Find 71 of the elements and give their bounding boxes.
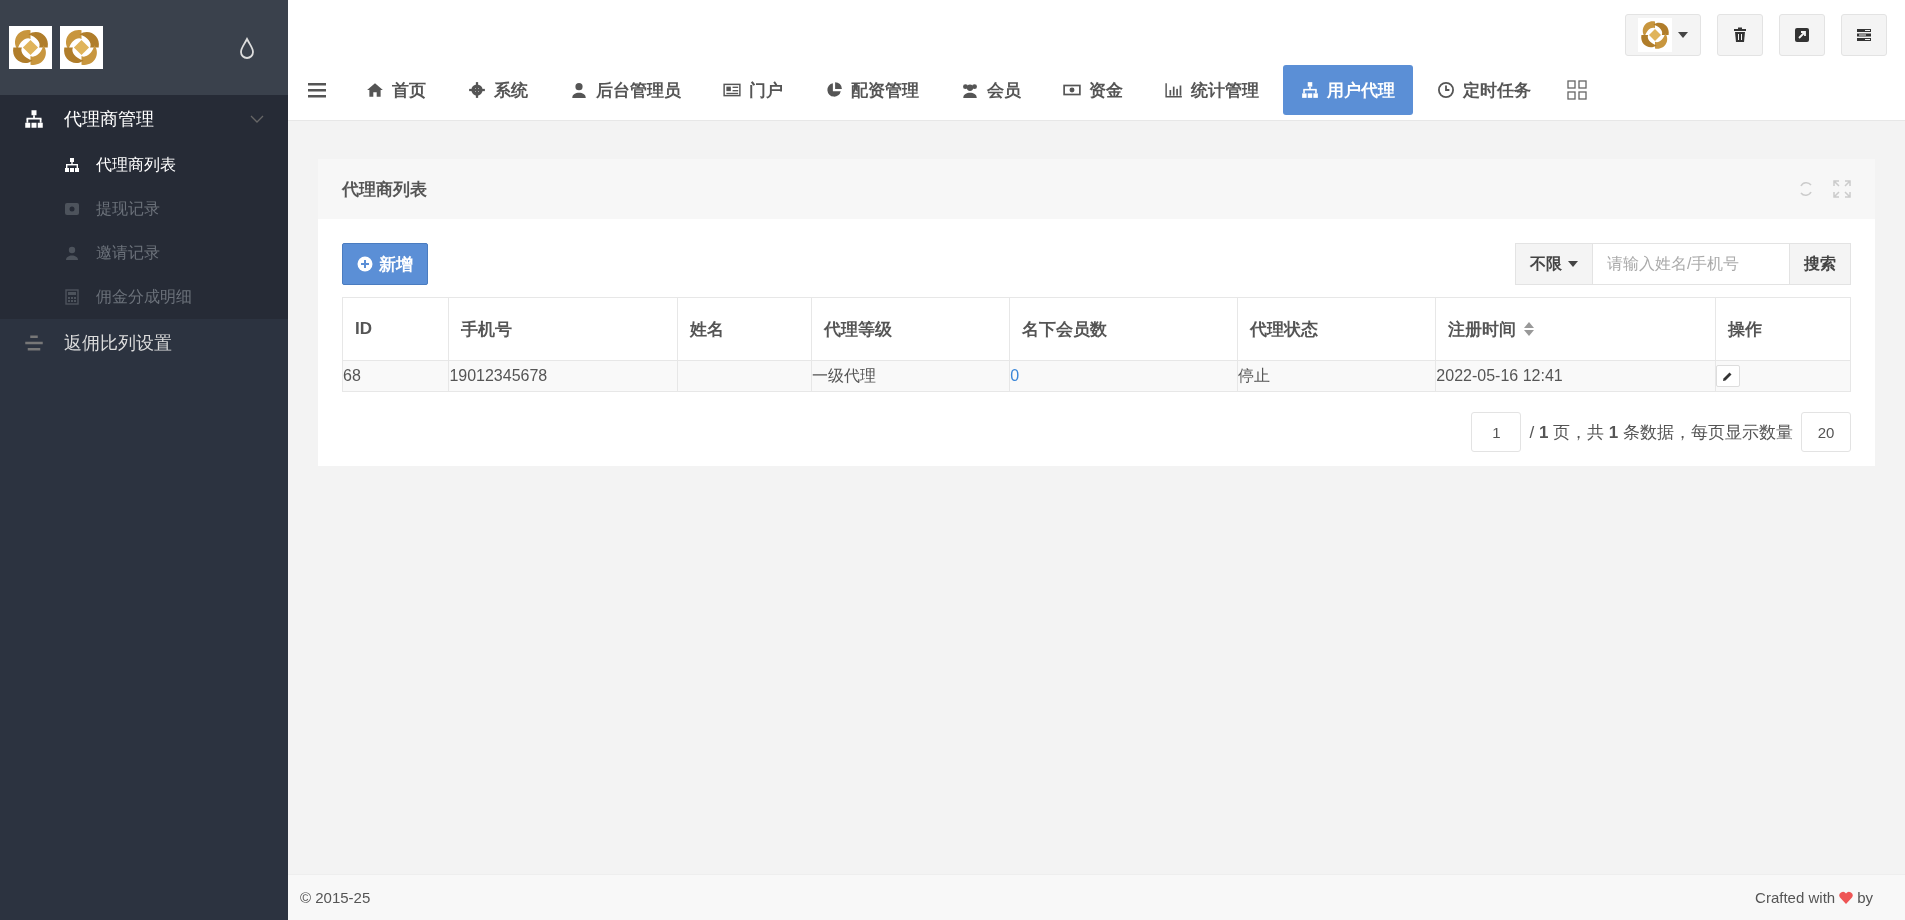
logo-icon <box>59 26 104 69</box>
column-header: 注册时间 <box>1448 318 1517 341</box>
heart-icon <box>1839 891 1854 904</box>
table-cell: 停止 <box>1237 366 1270 384</box>
external-link-button[interactable] <box>1779 14 1825 56</box>
nav-tab[interactable]: 系统 <box>450 65 546 115</box>
trash-button[interactable] <box>1717 14 1763 56</box>
column-header: 手机号 <box>461 318 513 341</box>
credit-text: by <box>1857 889 1873 906</box>
menu-item[interactable]: 代理商管理 <box>0 95 288 143</box>
table-cell: 2022-05-16 12:41 <box>1436 367 1563 384</box>
nav-tab[interactable]: 首页 <box>348 65 444 115</box>
table-cell: 68 <box>343 367 361 384</box>
panel-toggle-button[interactable] <box>1841 14 1887 56</box>
column-header: 姓名 <box>689 318 724 341</box>
column-header: 操作 <box>1727 318 1762 341</box>
page-field[interactable]: 1 <box>1471 412 1522 452</box>
user-icon <box>570 81 588 99</box>
caret-icon <box>1568 261 1578 267</box>
calculator-icon <box>64 289 80 305</box>
grid-icon[interactable] <box>1567 80 1587 100</box>
table-cell: 一级代理 <box>812 366 877 384</box>
column-header: ID <box>355 319 372 339</box>
nav-tab[interactable]: 定时任务 <box>1419 65 1549 115</box>
menu-icon[interactable] <box>308 82 326 98</box>
nav-tab[interactable]: 资金 <box>1045 65 1141 115</box>
search-field[interactable]: 请输入姓名/手机号 <box>1593 243 1790 285</box>
user-icon <box>64 245 80 261</box>
bar-chart-icon <box>1165 81 1183 99</box>
table-cell: 19012345678 <box>449 367 548 384</box>
page-size-field[interactable]: 20 <box>1801 412 1851 452</box>
column-header: 代理等级 <box>824 318 893 341</box>
nav-tab[interactable]: 门户 <box>705 65 801 115</box>
caret-icon <box>1678 32 1688 38</box>
users-icon <box>961 81 979 99</box>
logo-icon <box>8 26 53 69</box>
sitemap-icon <box>1301 81 1319 99</box>
list-icon <box>1856 27 1872 43</box>
chevron-icon <box>250 114 264 124</box>
menu-item[interactable]: 返佣比列设置 <box>0 319 288 367</box>
clock-icon <box>1437 81 1455 99</box>
sitemap-icon <box>64 157 80 173</box>
nav-tab[interactable]: 统计管理 <box>1147 65 1277 115</box>
member-count-link[interactable]: 0 <box>1010 367 1020 384</box>
nav-tab[interactable]: 配资管理 <box>807 65 937 115</box>
external-link-icon <box>1794 27 1810 43</box>
sitemap-icon <box>24 109 44 129</box>
column-header: 代理状态 <box>1249 318 1318 341</box>
sort-icon[interactable] <box>1524 322 1535 336</box>
account-button[interactable] <box>1625 14 1701 56</box>
panel-title: 代理商列表 <box>342 178 427 201</box>
nav-tab[interactable]: 会员 <box>943 65 1039 115</box>
trash-icon <box>1732 27 1748 43</box>
credit-text: Crafted with <box>1755 889 1836 906</box>
layers-icon <box>24 333 44 353</box>
pagination-summary: / 1 页，共 1 条数据，每页显示数量 <box>1529 421 1793 444</box>
search-button[interactable]: 搜索 <box>1790 243 1851 285</box>
wallet-icon <box>64 201 80 217</box>
home-icon <box>366 81 384 99</box>
nav-tab[interactable]: 后台管理员 <box>552 65 699 115</box>
logo-icon <box>1638 18 1672 52</box>
filter-dropdown[interactable]: 不限 <box>1515 243 1593 285</box>
pencil-icon <box>1722 370 1734 382</box>
edit-button[interactable] <box>1715 365 1740 387</box>
copyright-text: © 2015-25 <box>300 889 371 906</box>
plus-icon <box>357 256 373 272</box>
theme-icon[interactable] <box>238 36 256 59</box>
newspaper-icon <box>723 81 741 99</box>
column-header: 名下会员数 <box>1022 318 1108 341</box>
pie-chart-icon <box>825 81 843 99</box>
submenu-item[interactable]: 代理商列表 <box>0 143 288 187</box>
